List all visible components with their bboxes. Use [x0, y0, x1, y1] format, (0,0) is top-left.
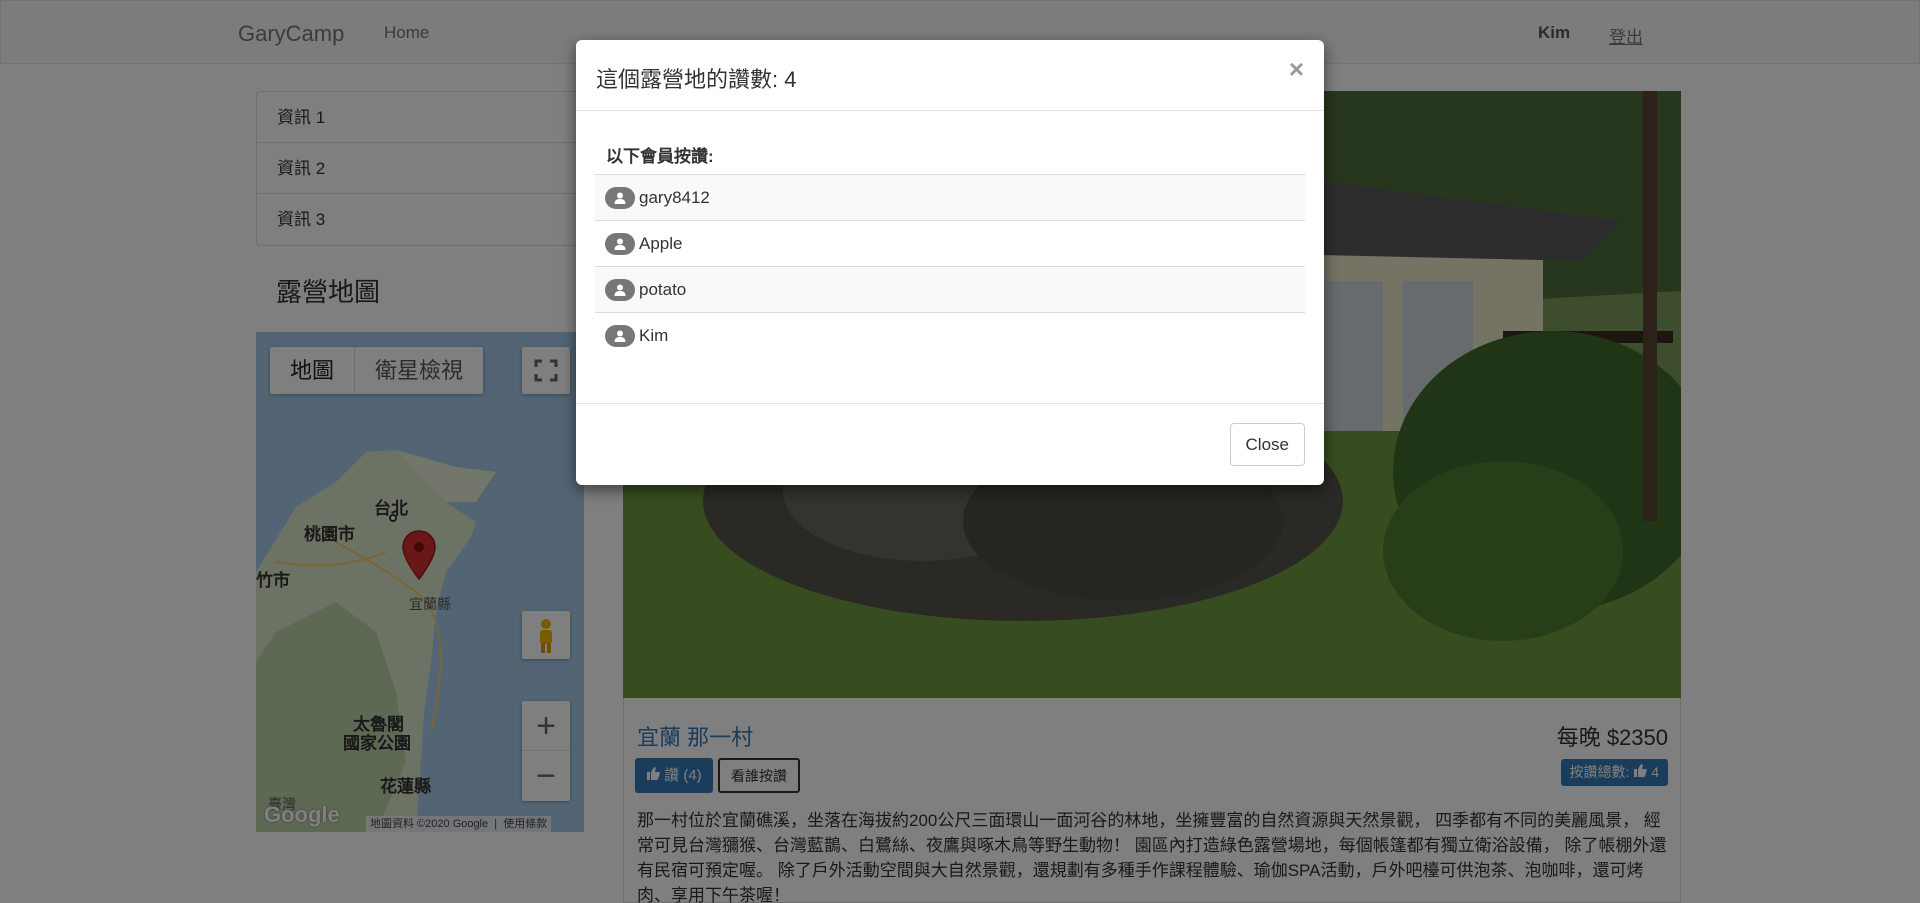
user-icon [605, 232, 635, 255]
likes-modal: 這個露營地的讚數: 4 × 以下會員按讚: gary8412 Apple pot… [576, 40, 1324, 485]
liker-name: Apple [639, 233, 683, 253]
likers-heading: 以下會員按讚: [606, 147, 714, 166]
modal-close-icon[interactable]: × [1289, 54, 1304, 85]
user-icon [605, 278, 635, 301]
likers-list: gary8412 Apple potato Kim [595, 174, 1305, 359]
liker-name: Kim [639, 326, 669, 345]
liker-name: potato [639, 279, 687, 299]
close-button[interactable]: Close [1229, 423, 1305, 466]
modal-footer: Close [576, 403, 1324, 485]
liker-row: Apple [595, 221, 1305, 267]
user-icon [605, 186, 635, 209]
liker-row: Kim [595, 313, 1305, 359]
modal-header: 這個露營地的讚數: 4 × [576, 40, 1324, 111]
liker-row: gary8412 [595, 175, 1305, 221]
modal-body: 以下會員按讚: gary8412 Apple potato Kim [576, 111, 1324, 403]
liker-name: gary8412 [639, 187, 710, 207]
modal-title: 這個露營地的讚數: 4 [596, 67, 797, 92]
liker-row: potato [595, 267, 1305, 313]
user-icon [605, 325, 635, 347]
